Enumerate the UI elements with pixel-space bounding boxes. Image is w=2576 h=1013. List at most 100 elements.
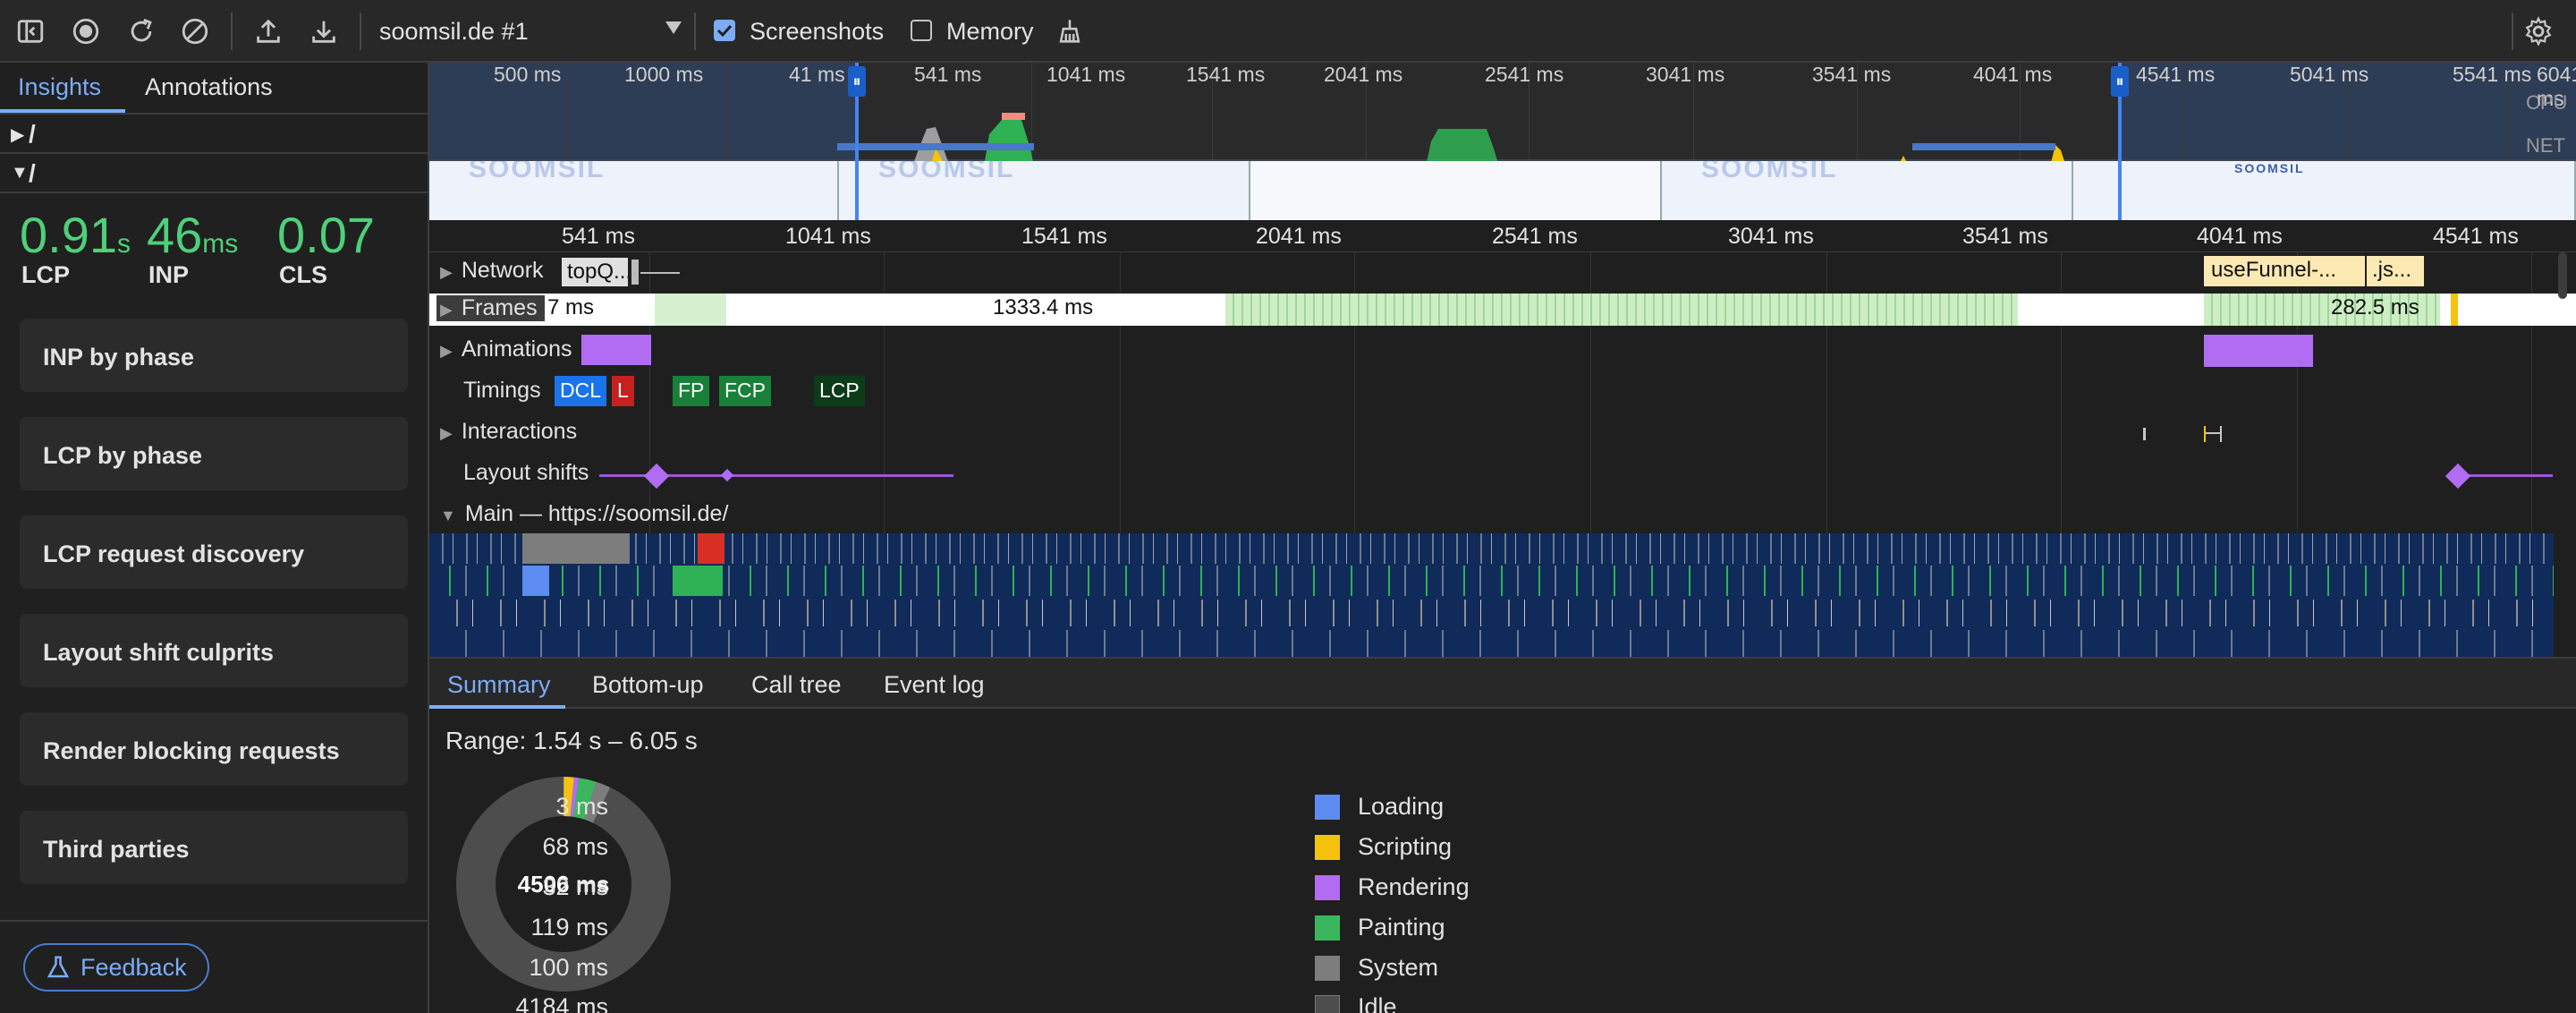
main-thread-flamechart[interactable] [429,533,2554,657]
save-profile-button[interactable] [306,13,342,49]
insight-third-parties[interactable]: Third parties [20,811,408,884]
screenshot-thumbnail [1250,161,1662,220]
tab-bottom-up[interactable]: Bottom-up [592,671,704,699]
network-request[interactable] [631,260,639,285]
navigation-row-collapsed[interactable]: ▶ / [0,115,428,154]
metric-unit: s [117,229,131,259]
drag-handle-icon: ⏸ [848,66,866,97]
recording-select[interactable]: soomsil.de #1 [367,9,683,54]
record-button[interactable] [68,13,104,49]
load-profile-button[interactable] [250,13,286,49]
navigation-row-expanded[interactable]: ▼ / [0,154,428,193]
feedback-button[interactable]: Feedback [23,943,209,992]
network-request-whisker [640,272,680,274]
network-request[interactable]: .js... [2367,256,2424,286]
network-request[interactable]: useFunnel-... [2204,256,2365,286]
ruler-tick: 1541 ms [1021,224,1107,249]
range-handle-left[interactable]: ⏸ [848,63,866,220]
legend-ms: 4184 ms [515,993,608,1013]
tab-insights[interactable]: Insights [18,73,101,101]
active-tab-indicator [429,705,565,709]
track-label: Animations [461,336,572,362]
screenshot-thumbnail: SOOMSIL [839,161,1250,220]
navigation-url: / [29,120,36,148]
track-interactions[interactable]: ▶ Interactions [440,419,577,445]
gear-icon [2525,16,2552,47]
screenshots-checkbox[interactable] [714,20,735,41]
chevron-down-icon [665,21,682,34]
collapse-triangle-icon: ▼ [440,506,456,524]
track-label: Network [461,258,544,283]
track-layout-shifts: Layout shifts [463,460,589,486]
flame-task[interactable] [522,533,630,564]
legend-ms: 100 ms [529,954,608,981]
insight-lcp-request-discovery[interactable]: LCP request discovery [20,515,408,589]
metric-name: LCP [21,261,70,288]
layout-shift-diamond[interactable] [2445,463,2471,489]
toolbar-divider [231,13,233,50]
metric-name: CLS [279,261,327,288]
overview-tick: 3541 ms [1812,63,1892,86]
frames-track: 7 ms 1333.4 ms 282.5 ms [429,294,2576,326]
insight-lcp-by-phase[interactable]: LCP by phase [20,417,408,490]
timing-lcp[interactable]: LCP [814,376,865,406]
track-network[interactable]: ▶ Network [440,258,544,284]
expand-triangle-icon: ▶ [11,125,25,145]
frame-label: 7 ms [547,295,595,319]
flame-event[interactable] [673,566,723,596]
timing-load[interactable]: L [612,376,634,406]
animation-event[interactable] [581,335,651,365]
metric-unit: ms [202,229,239,259]
vertical-scrollbar[interactable] [2558,252,2567,299]
tab-summary[interactable]: Summary [447,671,551,699]
legend-swatch [1315,835,1340,860]
overview-tick: 1541 ms [1186,63,1266,86]
insight-render-blocking-requests[interactable]: Render blocking requests [20,712,408,786]
timing-fcp[interactable]: FCP [719,376,771,406]
interaction-marker[interactable] [2143,428,2146,440]
frame-series[interactable] [1225,294,2018,326]
reload-record-button[interactable] [123,13,159,49]
range-handle-right[interactable]: ⏸ [2111,63,2129,220]
metric-inp: 46ms INP [147,206,239,288]
flame-event[interactable] [522,566,549,596]
active-tab-indicator [0,109,125,113]
animation-event[interactable] [2204,335,2313,367]
tab-annotations[interactable]: Annotations [145,73,273,101]
details-tabs: Summary Bottom-up Call tree Event log [429,659,2576,709]
frame-partial[interactable] [655,294,726,326]
tab-call-tree[interactable]: Call tree [751,671,842,699]
clear-button[interactable] [177,13,213,49]
frame-partial[interactable] [2451,294,2458,326]
sidebar-toggle-icon [17,20,44,43]
metric-name: INP [148,261,190,288]
overview-tick: 1041 ms [1046,63,1126,86]
overview-tick: 5541 ms [2453,63,2532,86]
track-main[interactable]: ▼ Main — https://soomsil.de/ [440,501,728,527]
capture-settings-button[interactable] [2521,13,2556,49]
interaction-marker[interactable] [2204,426,2222,442]
sidebar-footer-divider [0,920,428,922]
memory-checkbox[interactable] [911,20,932,41]
legend-swatch [1315,956,1340,981]
timeline-overview[interactable]: 500 ms 1000 ms 41 ms 541 ms 1041 ms 1541… [429,63,2576,220]
layout-shift-diamond[interactable] [643,463,670,489]
insight-inp-by-phase[interactable]: INP by phase [20,319,408,392]
tab-event-log[interactable]: Event log [884,671,985,699]
track-animations[interactable]: ▶ Animations [440,336,572,362]
long-task[interactable] [698,533,724,564]
timing-dcl[interactable]: DCL [555,376,607,406]
legend-label: Rendering [1358,873,1470,900]
screenshot-thumbnail: SOOMSIL [429,161,839,220]
layout-shift-diamond[interactable] [720,468,734,482]
insight-layout-shift-culprits[interactable]: Layout shift culprits [20,614,408,687]
legend-label: Scripting [1358,833,1453,860]
toggle-sidebar-button[interactable] [13,13,48,49]
collect-garbage-button[interactable] [1052,13,1088,49]
network-overview-bar [1912,143,2055,150]
legend-swatch [1315,875,1340,900]
timing-fp[interactable]: FP [673,376,710,406]
timeline-flamechart[interactable]: 541 ms 1041 ms 1541 ms 2041 ms 2541 ms 3… [429,220,2576,657]
track-frames[interactable]: ▶ Frames [436,295,545,321]
network-request[interactable]: topQ... [562,258,628,286]
